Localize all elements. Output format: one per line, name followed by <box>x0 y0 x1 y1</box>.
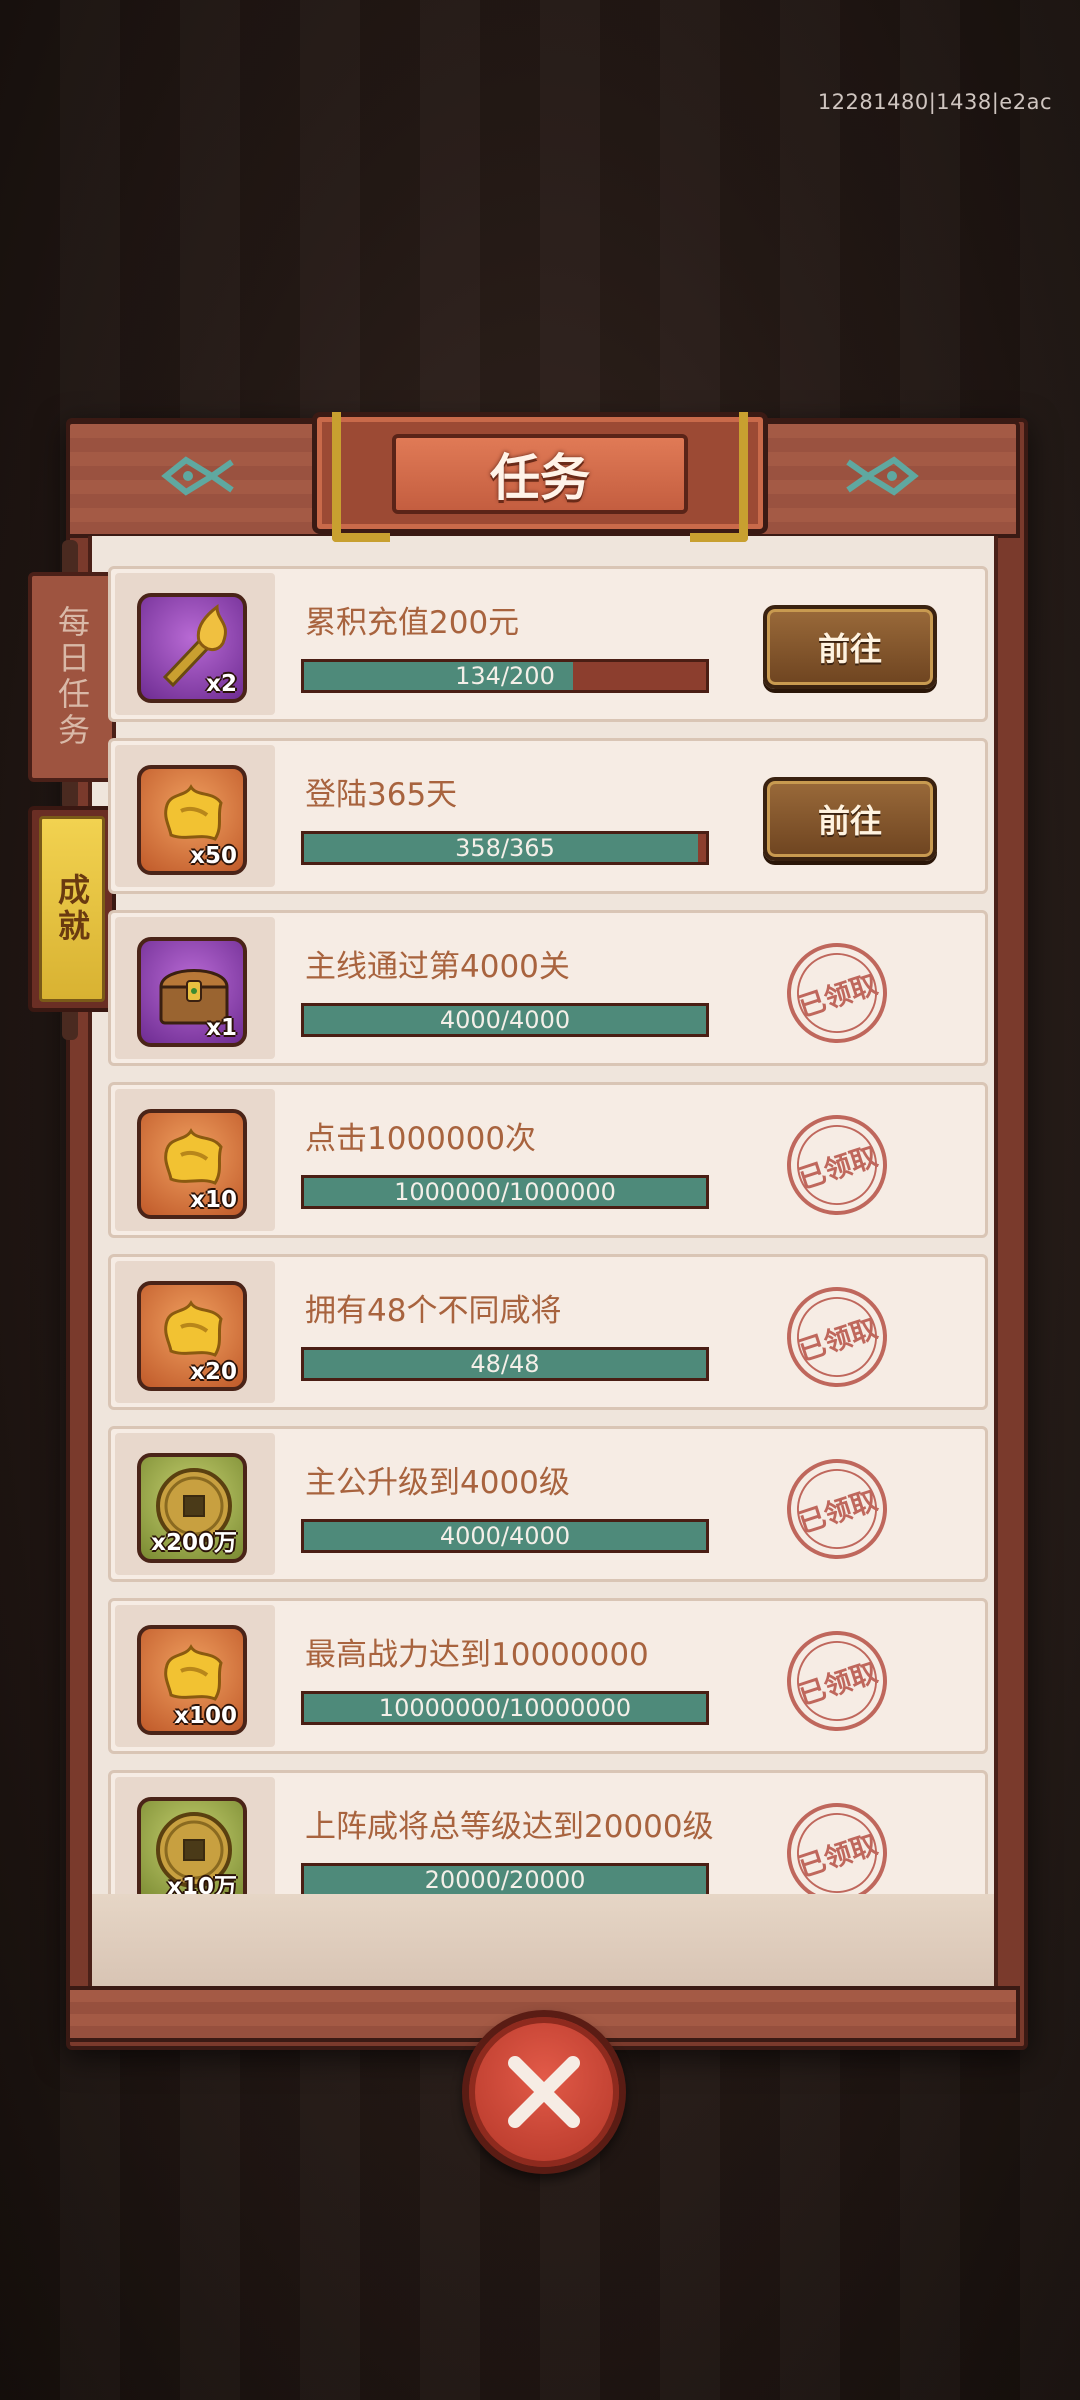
reward-zone: x100 <box>115 1605 275 1747</box>
task-title: 登陆365天 <box>305 777 458 813</box>
tab-daily-tasks[interactable]: 每日任务 <box>28 572 116 782</box>
progress-text: 48/48 <box>470 1350 540 1378</box>
task-title: 主线通过第4000关 <box>305 949 570 985</box>
progress-text: 4000/4000 <box>439 1006 571 1034</box>
tab-achievements[interactable]: 成就 <box>28 806 116 1012</box>
progress-text: 1000000/1000000 <box>394 1178 616 1206</box>
list-bottom-fade <box>92 1894 994 1986</box>
progress-bar: 134/200 <box>301 659 709 693</box>
reward-quantity: x200万 <box>151 1530 237 1556</box>
tab-label: 成就 <box>53 873 91 945</box>
progress-bar: 358/365 <box>301 831 709 865</box>
fish-ornament-icon <box>161 456 234 496</box>
progress-bar: 48/48 <box>301 1347 709 1381</box>
progress-text: 10000000/10000000 <box>378 1694 632 1722</box>
reward-quantity: x10万 <box>167 1874 237 1894</box>
reward-zone: x50 <box>115 745 275 887</box>
task-title: 主公升级到4000级 <box>305 1465 570 1501</box>
progress-text: 134/200 <box>455 662 555 690</box>
progress-bar: 1000000/1000000 <box>301 1175 709 1209</box>
reward-zone: x2 <box>115 573 275 715</box>
task-row: x20 拥有48个不同咸将 48/48 已领取 <box>108 1254 988 1410</box>
claimed-stamp-label: 已领取 <box>794 1656 882 1712</box>
reward-quantity: x2 <box>206 671 237 697</box>
reward-quantity: x100 <box>174 1703 237 1729</box>
reward-item[interactable]: x1 <box>137 937 247 1047</box>
task-row: x100 最高战力达到10000000 10000000/10000000 已领… <box>108 1598 988 1754</box>
task-title: 最高战力达到10000000 <box>305 1637 649 1673</box>
page-title: 任务 <box>490 449 590 507</box>
reward-zone: x20 <box>115 1261 275 1403</box>
task-row: x50 登陆365天 358/365 前往 <box>108 738 988 894</box>
task-title: 累积充值200元 <box>305 605 520 641</box>
build-id: 12281480|1438|e2ac <box>817 90 1052 114</box>
task-row: x10万 上阵咸将总等级达到20000级 20000/20000 已领取 <box>108 1770 988 1894</box>
task-title: 点击1000000次 <box>305 1121 537 1157</box>
task-row: x10 点击1000000次 1000000/1000000 已领取 <box>108 1082 988 1238</box>
task-row: x1 主线通过第4000关 4000/4000 已领取 <box>108 910 988 1066</box>
tab-active-plate: 成就 <box>39 816 105 1002</box>
reward-item[interactable]: x100 <box>137 1625 247 1735</box>
go-button[interactable]: 前往 <box>763 605 937 689</box>
reward-zone: x1 <box>115 917 275 1059</box>
claimed-stamp: 已领取 <box>773 1273 901 1401</box>
progress-text: 358/365 <box>455 834 555 862</box>
claimed-stamp-label: 已领取 <box>794 1140 882 1196</box>
reward-item[interactable]: x10万 <box>137 1797 247 1894</box>
claimed-stamp: 已领取 <box>773 929 901 1057</box>
reward-quantity: x50 <box>190 843 237 869</box>
progress-text: 4000/4000 <box>439 1522 571 1550</box>
reward-item[interactable]: x50 <box>137 765 247 875</box>
claimed-stamp-label: 已领取 <box>794 1828 882 1884</box>
reward-zone: x200万 <box>115 1433 275 1575</box>
close-icon <box>508 2056 580 2128</box>
reward-quantity: x1 <box>206 1015 237 1041</box>
task-title: 拥有48个不同咸将 <box>305 1293 562 1329</box>
progress-bar: 20000/20000 <box>301 1863 709 1894</box>
reward-item[interactable]: x10 <box>137 1109 247 1219</box>
go-button[interactable]: 前往 <box>763 777 937 861</box>
task-row: x200万 主公升级到4000级 4000/4000 已领取 <box>108 1426 988 1582</box>
reward-zone: x10 <box>115 1089 275 1231</box>
task-list[interactable]: x2 累积充值200元 134/200 前往 x50 登陆365天 358/36… <box>108 566 988 1894</box>
claimed-stamp: 已领取 <box>773 1789 901 1894</box>
claimed-stamp: 已领取 <box>773 1101 901 1229</box>
claimed-stamp-label: 已领取 <box>794 968 882 1024</box>
reward-item[interactable]: x200万 <box>137 1453 247 1563</box>
reward-zone: x10万 <box>115 1777 275 1894</box>
claimed-stamp-label: 已领取 <box>794 1484 882 1540</box>
progress-bar: 10000000/10000000 <box>301 1691 709 1725</box>
reward-quantity: x10 <box>190 1187 237 1213</box>
progress-bar: 4000/4000 <box>301 1003 709 1037</box>
progress-text: 20000/20000 <box>424 1866 586 1894</box>
progress-bar: 4000/4000 <box>301 1519 709 1553</box>
claimed-stamp: 已领取 <box>773 1445 901 1573</box>
reward-item[interactable]: x20 <box>137 1281 247 1391</box>
claimed-stamp: 已领取 <box>773 1617 901 1745</box>
reward-item[interactable]: x2 <box>137 593 247 703</box>
reward-quantity: x20 <box>190 1359 237 1385</box>
fish-ornament-icon <box>846 456 919 496</box>
task-row: x2 累积充值200元 134/200 前往 <box>108 566 988 722</box>
tab-label: 每日任务 <box>53 605 91 749</box>
close-button[interactable] <box>462 2010 626 2174</box>
task-title: 上阵咸将总等级达到20000级 <box>305 1809 714 1845</box>
claimed-stamp-label: 已领取 <box>794 1312 882 1368</box>
